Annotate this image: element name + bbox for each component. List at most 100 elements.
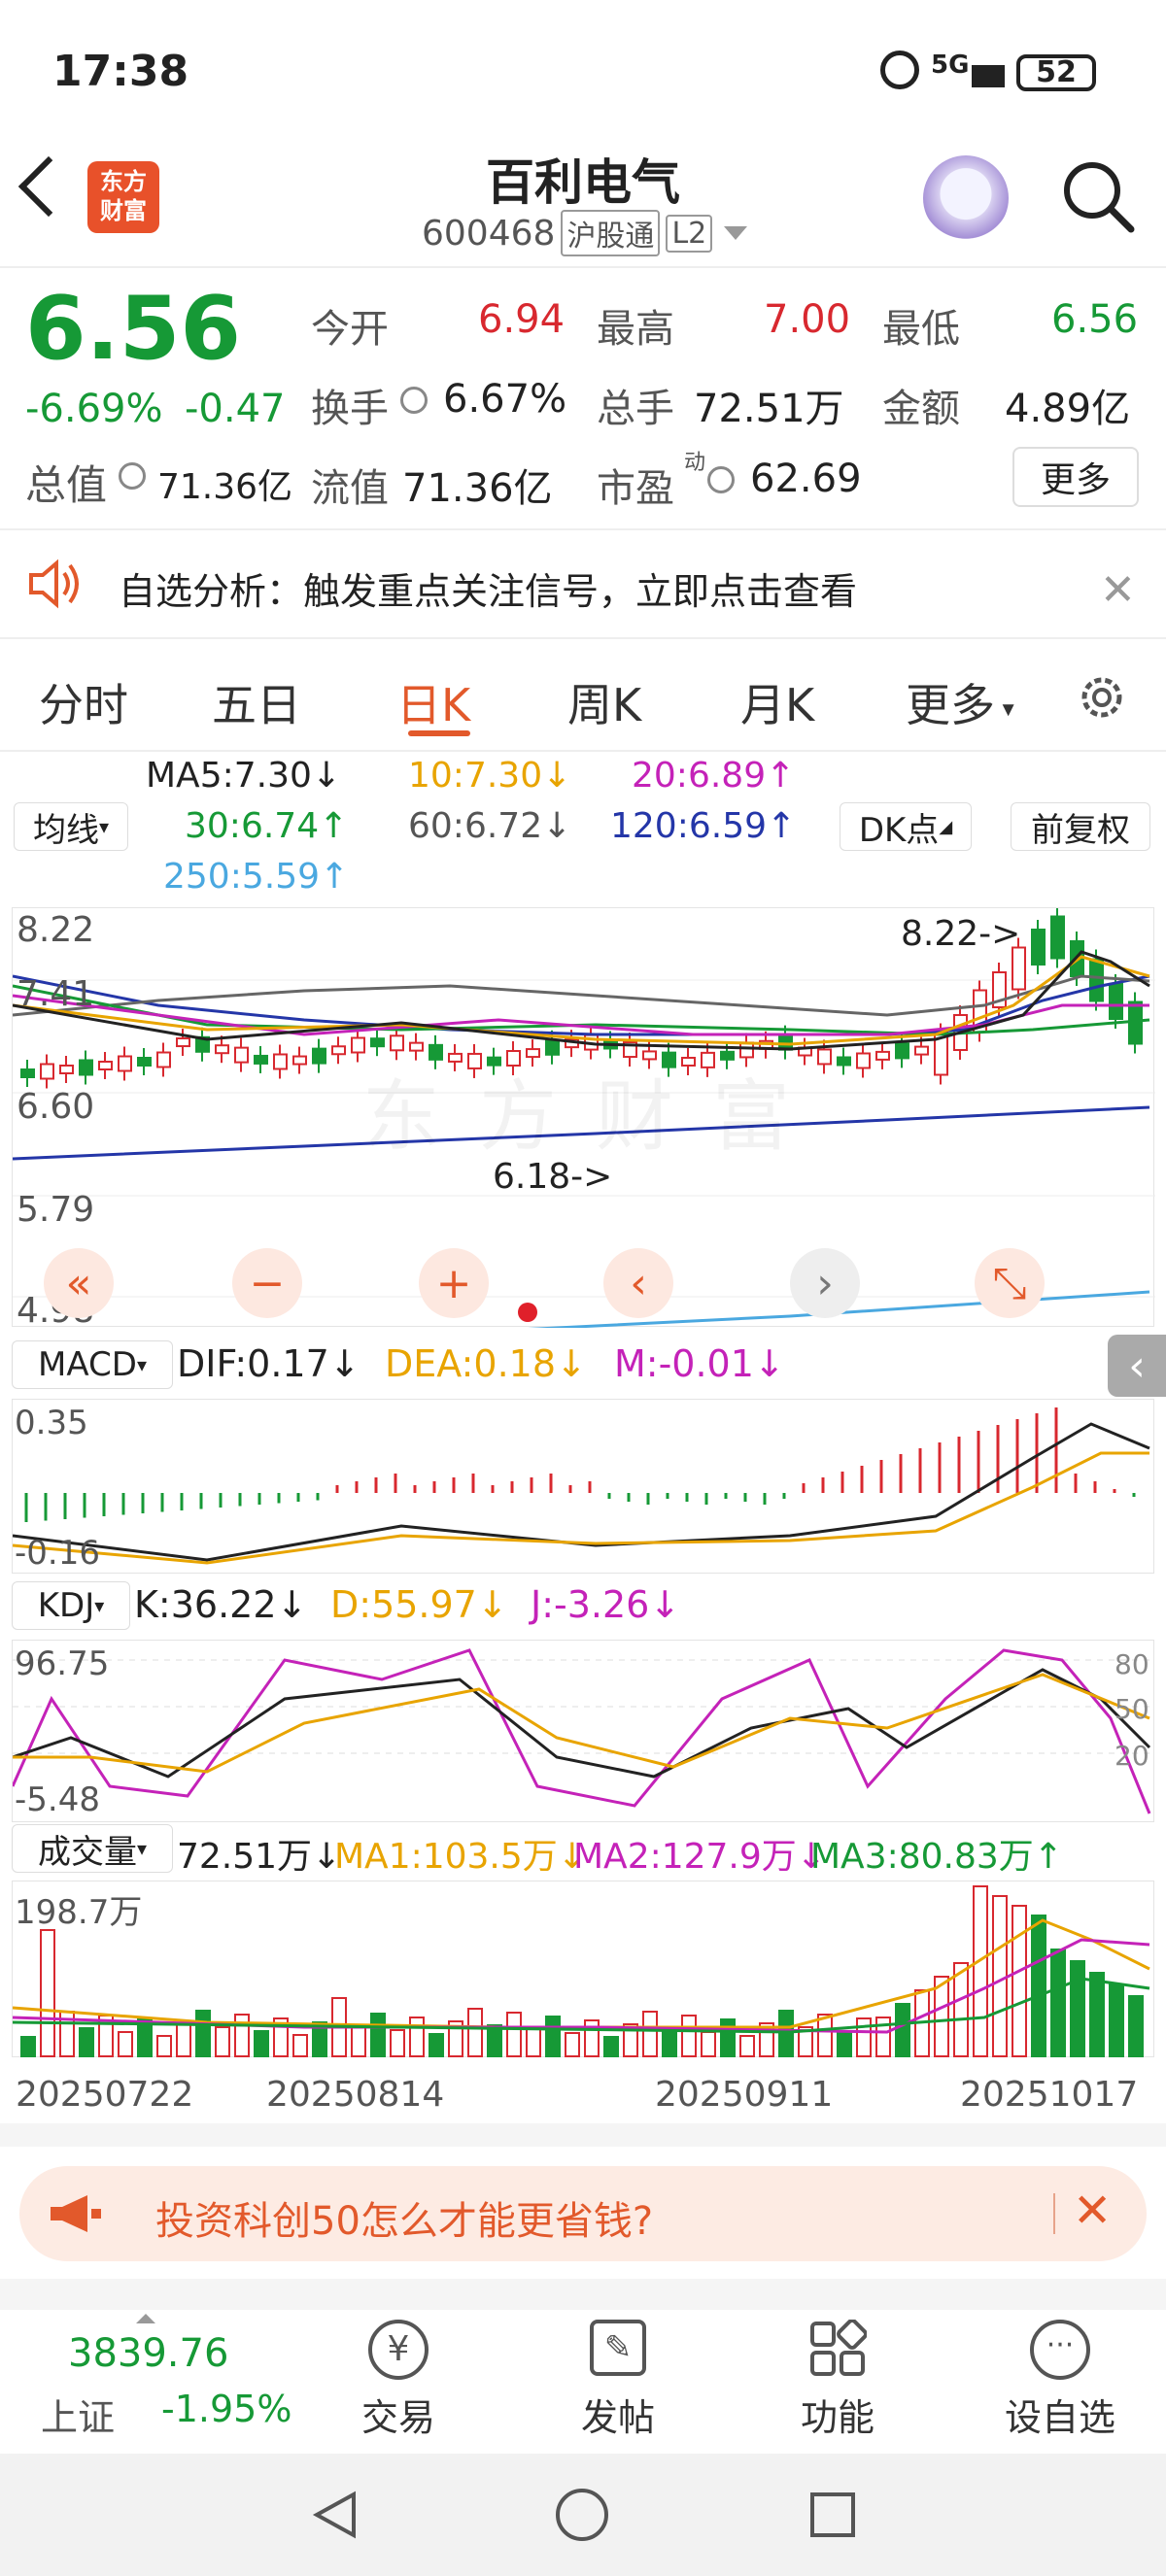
candle [137, 1057, 152, 1067]
amount-value: 4.89亿 [1005, 387, 1131, 431]
nav-features[interactable]: 功能 [779, 2319, 896, 2446]
kdj-y-top: 96.75 [15, 1644, 110, 1683]
last-price: 6.56 [25, 278, 242, 380]
index-pct: -1.95% [161, 2388, 292, 2430]
candle [545, 1038, 560, 1056]
zoom-in-button[interactable]: + [419, 1248, 489, 1318]
tab-monthly-k[interactable]: 月K [740, 670, 814, 734]
volume-bar [506, 2012, 522, 2057]
nav-add-watchlist-label: 设自选 [1004, 2396, 1115, 2439]
info-icon[interactable] [119, 462, 146, 490]
network-label: 5G [931, 51, 970, 80]
more-button[interactable]: 更多 [1012, 447, 1139, 507]
ma250: 250:5.59↑ [163, 857, 350, 897]
search-icon[interactable] [1059, 157, 1137, 235]
ad-banner[interactable]: 投资科创50怎么才能更省钱? ✕ [19, 2166, 1147, 2261]
low-annotation: 6.18-> [493, 1157, 613, 1197]
megaphone-icon [49, 2193, 103, 2234]
float-value: 71.36亿 [402, 466, 553, 511]
low-label: 最低 [882, 307, 960, 352]
system-recents-icon[interactable] [810, 2492, 855, 2537]
tab-five-day[interactable]: 五日 [212, 670, 301, 734]
kdj-chart[interactable]: 96.75 -5.48 80 50 20 [12, 1640, 1155, 1822]
volume-bar [370, 2013, 386, 2057]
volume-bar [409, 2017, 425, 2057]
pe-info-icon[interactable] [707, 466, 735, 493]
float-label: 流值 [311, 466, 389, 511]
scroll-right-button[interactable]: › [790, 1248, 860, 1318]
position-dot [518, 1303, 537, 1322]
volume-bar [1031, 1915, 1046, 2057]
mktcap-value: 71.36亿 [157, 467, 293, 507]
nav-add-watchlist[interactable]: ··· 设自选 [997, 2320, 1123, 2446]
volume-bar [992, 1895, 1008, 2057]
ma-selector-label: 均线 [32, 810, 99, 850]
volume-bar [390, 2029, 405, 2057]
macd-selector[interactable]: MACD ▾ [12, 1340, 173, 1389]
candle [914, 1045, 929, 1056]
amount-label: 金额 [882, 387, 960, 431]
volume-bar [118, 2031, 133, 2057]
dk-point-button[interactable]: DK点 ◢ [840, 802, 972, 851]
index-panel[interactable]: 3839.76 上证 -1.95% [0, 2310, 321, 2454]
tab-weekly-k[interactable]: 周K [567, 670, 641, 734]
adjust-button[interactable]: 前复权 [1011, 802, 1150, 851]
pe-superscript: 动 [684, 451, 706, 475]
ad-close-icon[interactable]: ✕ [1073, 2184, 1112, 2238]
tab-daily-k[interactable]: 日K [396, 670, 470, 734]
scroll-left-fast-button[interactable]: « [44, 1248, 114, 1318]
volume-bar [1070, 1960, 1085, 2057]
macd-chart[interactable]: 0.35 -0.16 [12, 1399, 1154, 1574]
volume-bar [1089, 1972, 1105, 2057]
tab-more-label: 更多 [906, 679, 995, 731]
volume-y-top: 198.7万 [15, 1893, 143, 1932]
macd-y-bottom: -0.16 [15, 1534, 100, 1573]
kdj-selector[interactable]: KDJ ▾ [12, 1581, 130, 1630]
kdj-j: J:-3.26↓ [531, 1583, 681, 1626]
fullscreen-button[interactable]: ⤡ [975, 1248, 1045, 1318]
kdj-d: D:55.97↓ [330, 1583, 508, 1626]
close-icon[interactable]: ✕ [1100, 565, 1136, 615]
system-home-icon[interactable] [556, 2489, 608, 2541]
volume-bar [545, 2016, 561, 2057]
candle [1050, 915, 1065, 960]
candle [156, 1051, 171, 1068]
tab-more[interactable]: 更多 ▾ [906, 670, 1014, 734]
volume-bar [973, 1885, 988, 2057]
collapse-panel-button[interactable]: ‹ [1108, 1335, 1166, 1397]
y-label-2: 7.41 [17, 974, 95, 1014]
system-back-icon[interactable] [309, 2489, 361, 2541]
ma-selector[interactable]: 均线 ▾ [14, 802, 128, 851]
zoom-out-button[interactable]: − [232, 1248, 302, 1318]
candle [837, 1056, 851, 1067]
volume-bar [603, 2036, 619, 2057]
notice-text[interactable]: 自选分析：触发重点关注信号，立即点击查看 [119, 561, 857, 615]
candle [370, 1037, 385, 1048]
volume-bar [1050, 1949, 1066, 2057]
macd-m: M:-0.01↓ [614, 1342, 785, 1385]
robot-assistant-icon[interactable] [923, 155, 1009, 241]
settings-icon[interactable] [1075, 670, 1129, 725]
signal-icon [972, 51, 1005, 87]
scroll-left-button[interactable]: ‹ [603, 1248, 673, 1318]
candle [273, 1053, 288, 1070]
nav-post-label: 发帖 [580, 2396, 655, 2439]
volume-selector[interactable]: 成交量 ▾ [12, 1824, 173, 1873]
candle [292, 1055, 307, 1066]
candle [79, 1059, 93, 1076]
nav-post[interactable]: ✎ 发帖 [560, 2320, 676, 2446]
dk-label: DK点 [858, 810, 940, 850]
nav-trade[interactable]: ¥ 交易 [340, 2320, 457, 2446]
turnover-info-icon[interactable] [400, 387, 428, 414]
candle [215, 1044, 229, 1055]
volume-bar [701, 2031, 716, 2057]
tab-intraday[interactable]: 分时 [39, 670, 128, 734]
volume-chart[interactable]: 198.7万 [12, 1881, 1154, 2057]
open-value: 6.94 [478, 297, 566, 342]
stock-code-row[interactable]: 600468 沪股通 L2 [422, 210, 748, 256]
main-chart[interactable]: 东方财富 8.22 7.41 6.60 5.79 4.98 8.22-> 6.1… [12, 907, 1155, 1331]
high-value: 7.00 [764, 297, 851, 342]
candle [390, 1034, 404, 1052]
candle [351, 1036, 365, 1054]
ma120: 120:6.59↑ [610, 806, 797, 846]
